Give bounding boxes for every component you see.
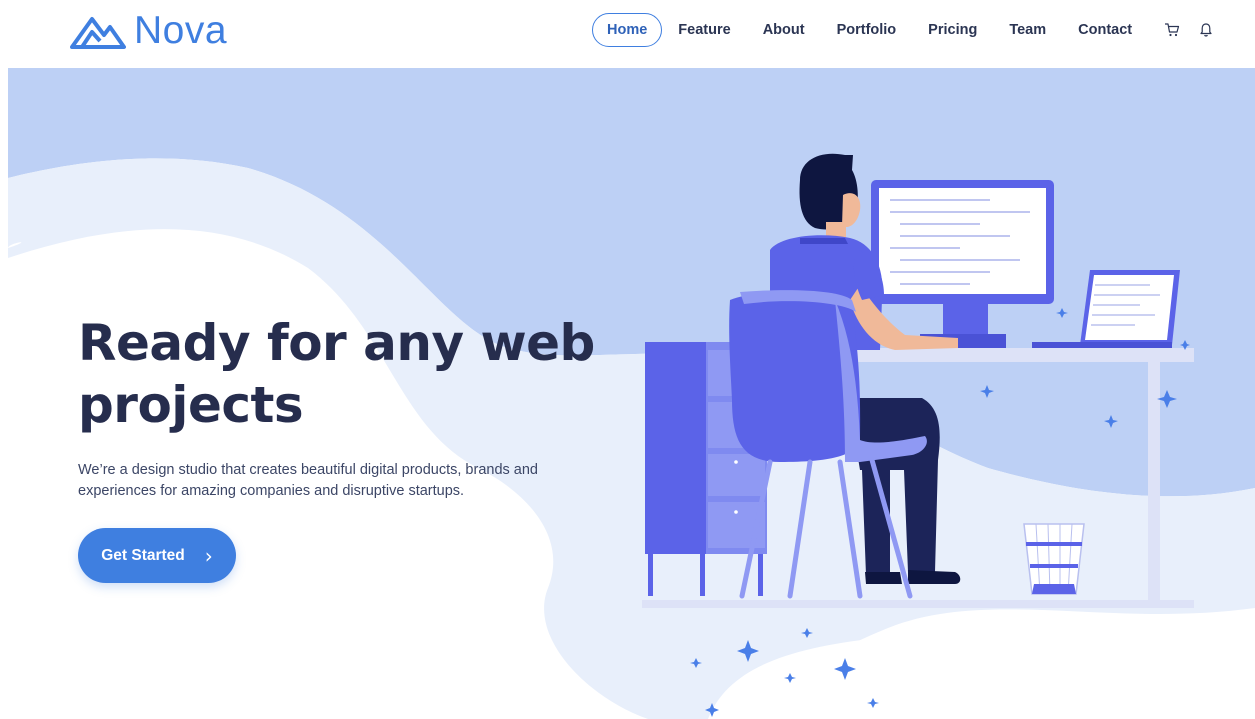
nav-item-feature[interactable]: Feature [662,13,746,47]
nav-item-about[interactable]: About [747,13,821,47]
bell-icon[interactable] [1196,20,1216,40]
get-started-button[interactable]: Get Started › [78,528,236,583]
get-started-label: Get Started [101,546,185,564]
hero-headline-line2: projects [78,376,304,434]
cart-icon[interactable] [1162,20,1182,40]
hero-subtext: We’re a design studio that creates beaut… [78,462,538,499]
chevron-right-icon: › [204,543,213,568]
nav-item-home[interactable]: Home [592,13,663,47]
nav-item-contact[interactable]: Contact [1062,13,1148,47]
nav-item-portfolio[interactable]: Portfolio [821,13,913,47]
main-nav: Home Feature About Portfolio Pricing Tea… [592,12,1216,48]
mountain-logo-icon [70,17,126,49]
hero-headline: Ready for any web projects [78,312,598,436]
nav-item-team[interactable]: Team [993,13,1062,47]
hero-headline-line1: Ready for any web [78,314,595,372]
nav-item-pricing[interactable]: Pricing [912,13,993,47]
hero-section: Ready for any web projects We’re a desig… [8,68,1255,719]
brand-logo[interactable]: Nova [70,8,227,52]
brand-name: Nova [134,8,228,52]
site-header: Nova Home Feature About Portfolio Pricin… [0,0,1255,68]
